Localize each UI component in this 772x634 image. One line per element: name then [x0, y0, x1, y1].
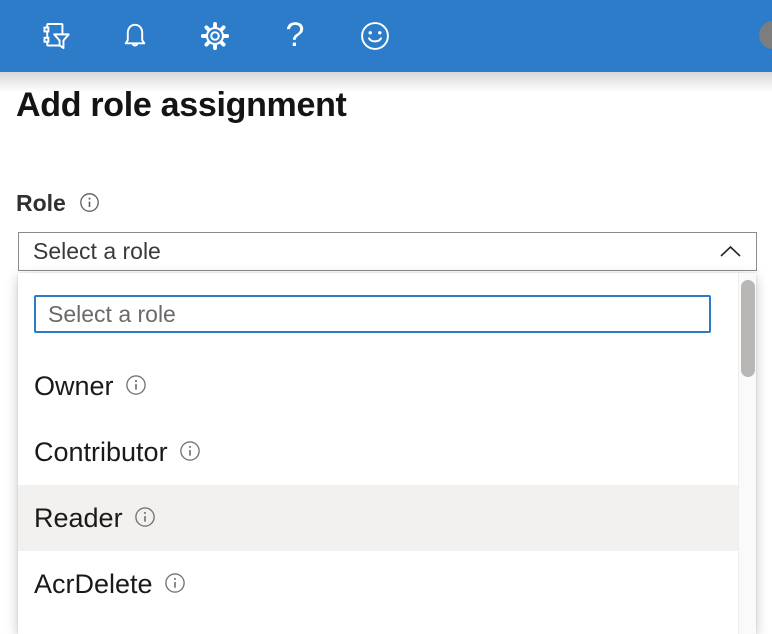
role-option[interactable]: AcrDelete	[18, 551, 738, 617]
info-icon	[79, 192, 100, 216]
role-option[interactable]: Reader	[18, 485, 738, 551]
role-option-label: AcrDelete	[34, 569, 153, 600]
role-label: Role	[16, 190, 66, 217]
help-question-icon: ?	[286, 18, 305, 52]
role-option-info-button[interactable]	[125, 374, 147, 399]
role-option[interactable]: Owner	[18, 353, 738, 419]
avatar[interactable]	[759, 21, 772, 49]
role-search-input[interactable]	[34, 295, 711, 333]
settings-gear-icon	[199, 20, 231, 52]
role-option-label: Reader	[34, 503, 123, 534]
role-option-info-button[interactable]	[134, 506, 156, 531]
role-field-label-row: Role	[16, 190, 100, 217]
directory-filter-icon	[39, 20, 71, 52]
role-info-button[interactable]	[79, 192, 100, 216]
notifications-button[interactable]	[117, 18, 153, 54]
settings-button[interactable]	[197, 18, 233, 54]
role-option-info-button[interactable]	[164, 572, 186, 597]
screen: ? Add role assignment Role	[0, 0, 772, 634]
feedback-button[interactable]	[357, 18, 393, 54]
chevron-up-icon	[719, 245, 742, 258]
directory-filter-button[interactable]	[37, 18, 73, 54]
role-option-info-button[interactable]	[179, 440, 201, 465]
top-nav-bar: ?	[0, 0, 772, 72]
role-option[interactable]: Contributor	[18, 419, 738, 485]
role-select-value: Select a role	[33, 238, 719, 265]
help-button[interactable]: ?	[277, 18, 313, 54]
role-options-list: Owner Contributor Reader	[18, 353, 738, 634]
feedback-smiley-icon	[359, 20, 391, 52]
page-title: Add role assignment	[16, 86, 347, 125]
dropdown-scrollbar[interactable]	[738, 273, 756, 634]
notifications-bell-icon	[119, 20, 151, 52]
role-option-label: Contributor	[34, 437, 168, 468]
info-icon	[125, 374, 147, 399]
role-dropdown-panel: Owner Contributor Reader	[18, 273, 756, 634]
scrollbar-thumb[interactable]	[741, 280, 755, 377]
info-icon	[164, 572, 186, 597]
info-icon	[134, 506, 156, 531]
role-select[interactable]: Select a role	[18, 232, 757, 271]
info-icon	[179, 440, 201, 465]
role-option-label: Owner	[34, 371, 114, 402]
